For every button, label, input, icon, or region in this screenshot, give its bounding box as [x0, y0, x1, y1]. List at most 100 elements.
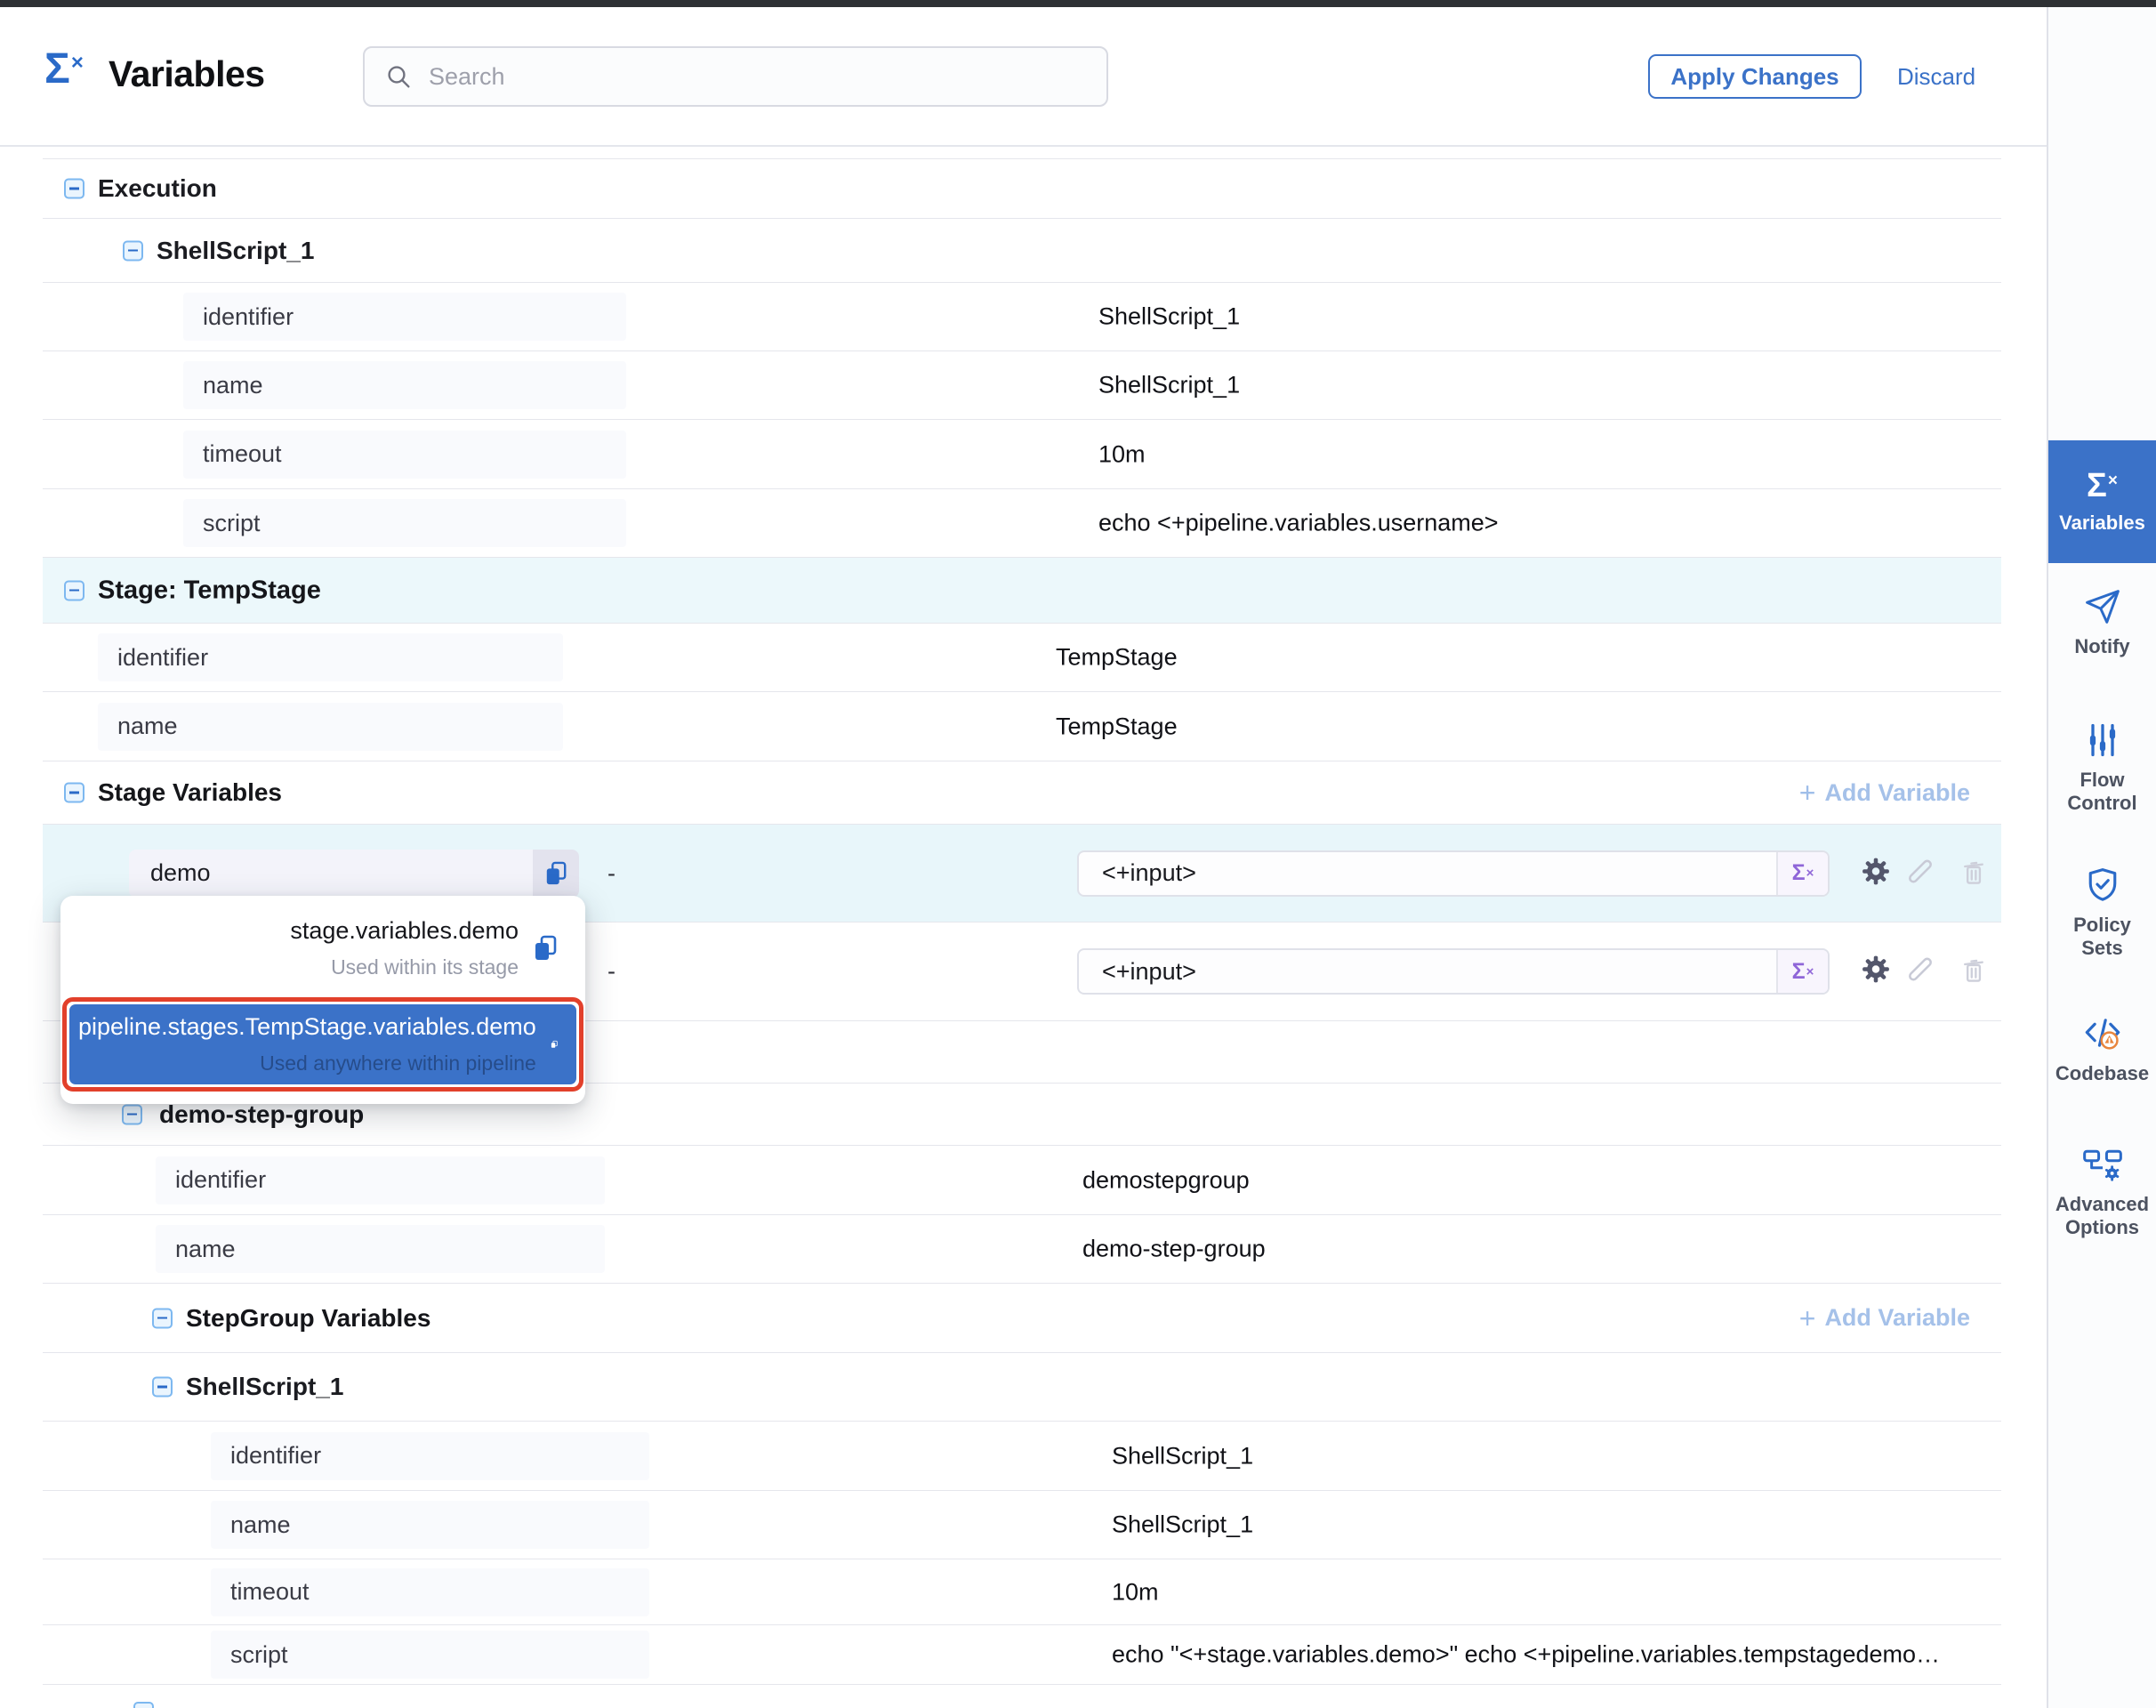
variable-name-text[interactable]: demo: [129, 850, 533, 898]
expression-toggle[interactable]: Σ×: [1776, 950, 1828, 993]
field-row-name: name ShellScript_1: [43, 1490, 2001, 1559]
field-label[interactable]: timeout: [183, 431, 626, 479]
field-label[interactable]: name: [156, 1225, 605, 1273]
right-rail: Σ× Variables Notify Flow Control Policy …: [2047, 7, 2156, 1708]
collapse-icon[interactable]: [152, 1308, 173, 1328]
field-label[interactable]: script: [211, 1631, 649, 1679]
annotation-highlight-box: pipeline.stages.TempStage.variables.demo…: [62, 997, 583, 1092]
field-row-identifier: identifier TempStage: [43, 623, 2001, 691]
section-label: StepGroup Variables: [186, 1304, 430, 1333]
paper-plane-icon: [2082, 587, 2123, 626]
edit-button[interactable]: [1905, 955, 1935, 989]
field-label[interactable]: name: [98, 703, 563, 751]
collapse-icon[interactable]: [64, 580, 84, 600]
tree-node-label: ShellScript_1: [186, 1373, 343, 1401]
collapse-icon[interactable]: [133, 1702, 154, 1708]
tree-node-label: demo-step-group: [159, 1100, 364, 1129]
field-value: ShellScript_1: [1098, 372, 1240, 399]
settings-button[interactable]: [1861, 856, 1891, 890]
tree-row-shellscript: ShellScript_1: [43, 1352, 2001, 1421]
tree-node-label: ShellScript_1: [157, 237, 314, 265]
reference-path: pipeline.stages.TempStage.variables.demo: [78, 1013, 536, 1041]
collapse-icon[interactable]: [122, 1104, 142, 1124]
copy-icon[interactable]: [551, 1030, 558, 1059]
search-input[interactable]: [427, 62, 1098, 92]
tab-variables[interactable]: Σ× Variables: [2048, 440, 2156, 563]
add-variable-button[interactable]: +Add Variable: [1799, 1304, 1970, 1333]
field-label[interactable]: identifier: [156, 1156, 605, 1204]
edit-button[interactable]: [1905, 856, 1935, 890]
input-value-text: <+input>: [1079, 852, 1776, 895]
delete-button[interactable]: [1959, 955, 1988, 989]
variable-value-input[interactable]: <+input> Σ×: [1077, 850, 1830, 897]
variable-name-field[interactable]: demo: [129, 850, 579, 898]
section-label: Stage Variables: [98, 778, 282, 807]
page-title: Variables: [109, 53, 265, 95]
field-row-identifier: identifier demostepgroup: [43, 1145, 2001, 1214]
section-row-stepgroup-variables: StepGroup Variables +Add Variable: [43, 1283, 2001, 1352]
tab-label: Variables: [2054, 512, 2151, 535]
gear-icon: [1861, 955, 1891, 985]
field-label[interactable]: script: [183, 499, 626, 547]
settings-button[interactable]: [1861, 955, 1891, 989]
reference-option-pipeline-scope[interactable]: pipeline.stages.TempStage.variables.demo…: [69, 1004, 576, 1084]
variables-panel: Σ× Variables Apply Changes Discard Execu…: [0, 0, 2156, 1708]
main-panel: Σ× Variables Apply Changes Discard Execu…: [0, 7, 2047, 1708]
expression-toggle[interactable]: Σ×: [1776, 852, 1828, 895]
trash-icon: [1959, 856, 1988, 886]
field-label[interactable]: identifier: [211, 1432, 649, 1480]
field-label[interactable]: identifier: [183, 293, 626, 341]
collapse-icon[interactable]: [123, 240, 143, 261]
sigma-x-icon: Σ×: [44, 48, 84, 91]
plus-icon: +: [1799, 778, 1816, 807]
field-row-identifier: identifier ShellScript_1: [43, 1421, 2001, 1490]
tree-row-execution: Execution: [43, 158, 2001, 218]
collapse-icon[interactable]: [64, 783, 84, 803]
field-label[interactable]: timeout: [211, 1568, 649, 1616]
field-value: ShellScript_1: [1112, 1511, 1253, 1539]
tab-flow-control[interactable]: Flow Control: [2048, 721, 2156, 827]
reference-path: stage.variables.demo: [290, 917, 519, 945]
field-value: demo-step-group: [1082, 1236, 1266, 1263]
search-box[interactable]: [363, 46, 1108, 107]
field-row-timeout: timeout 10m: [43, 419, 2001, 488]
reference-scope-hint: Used within its stage: [290, 955, 519, 979]
copy-icon[interactable]: [533, 934, 558, 963]
tab-advanced-options[interactable]: Advanced Options: [2048, 1148, 2156, 1255]
discard-button[interactable]: Discard: [1897, 63, 1975, 91]
field-row-identifier: identifier ShellScript_1: [43, 282, 2001, 350]
tab-label: Codebase: [2050, 1062, 2154, 1085]
field-value: 10m: [1112, 1578, 1159, 1606]
variable-reference-popup: stage.variables.demo Used within its sta…: [60, 896, 585, 1104]
field-label[interactable]: name: [183, 361, 626, 409]
collapse-icon[interactable]: [64, 179, 84, 199]
delete-button[interactable]: [1959, 856, 1988, 890]
pencil-icon: [1905, 856, 1935, 886]
collapse-icon[interactable]: [152, 1377, 173, 1398]
variable-value-input[interactable]: <+input> Σ×: [1077, 948, 1830, 995]
copy-button[interactable]: [533, 850, 579, 898]
field-value: TempStage: [1056, 644, 1178, 672]
field-value: 10m: [1098, 440, 1146, 468]
field-row-timeout: timeout 10m: [43, 1559, 2001, 1624]
copy-icon: [544, 860, 567, 887]
reference-option-stage-scope[interactable]: stage.variables.demo Used within its sta…: [73, 899, 558, 997]
apply-changes-button[interactable]: Apply Changes: [1648, 54, 1862, 99]
tab-label: Notify: [2069, 635, 2135, 658]
variable-description: -: [607, 859, 615, 887]
field-label[interactable]: name: [211, 1501, 649, 1549]
tab-policy-sets[interactable]: Policy Sets: [2048, 866, 2156, 972]
section-label: Stage: TempStage: [98, 576, 321, 605]
tree-row-partial: [43, 1684, 2001, 1708]
input-value-text: <+input>: [1079, 950, 1776, 993]
gear-icon: [1861, 856, 1891, 886]
field-row-name: name ShellScript_1: [43, 350, 2001, 419]
tab-codebase[interactable]: Codebase: [2048, 1012, 2156, 1112]
tab-label: Flow Control: [2048, 769, 2156, 816]
tab-notify[interactable]: Notify: [2048, 587, 2156, 687]
add-variable-button[interactable]: +Add Variable: [1799, 778, 1970, 807]
sigma-x-icon: Σ×: [2087, 469, 2118, 503]
shield-check-icon: [2083, 866, 2122, 905]
tree-row-shellscript: ShellScript_1: [43, 218, 2001, 282]
field-label[interactable]: identifier: [98, 633, 563, 681]
